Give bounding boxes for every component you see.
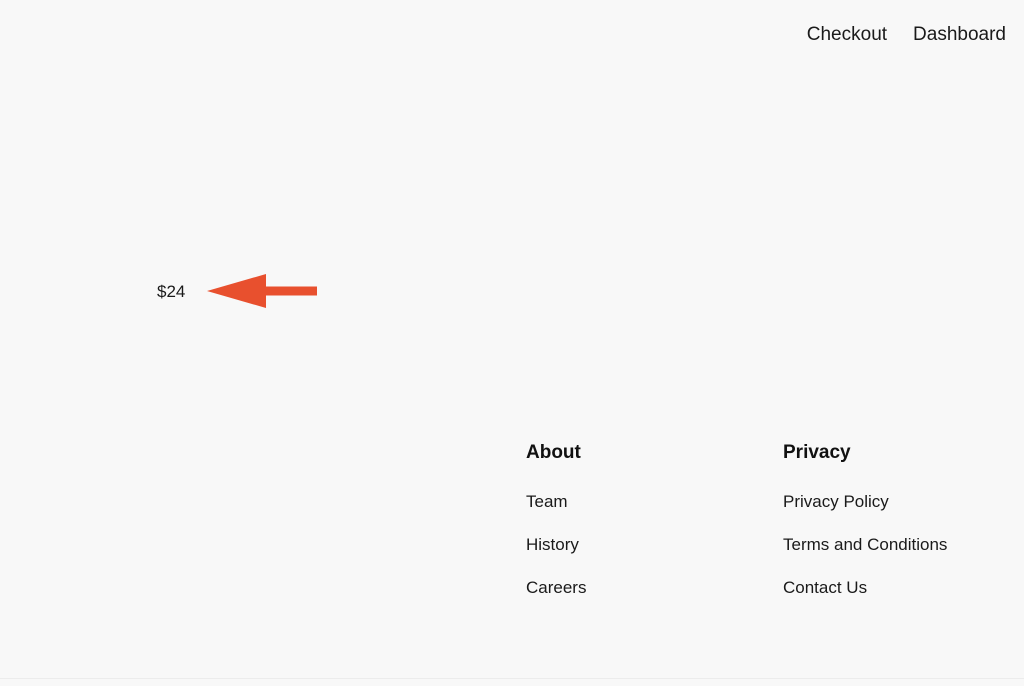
footer-link-history[interactable]: History: [526, 536, 579, 553]
top-navigation: Checkout Dashboard: [807, 0, 1006, 68]
footer-heading-about: About: [526, 442, 581, 463]
nav-link-checkout[interactable]: Checkout: [807, 25, 887, 44]
arrow-left-icon: [207, 274, 317, 308]
price-row: $24: [157, 281, 185, 303]
footer-link-team[interactable]: Team: [526, 493, 568, 510]
footer-link-terms-and-conditions[interactable]: Terms and Conditions: [783, 536, 947, 553]
footer: About Team History Careers Privacy Priva…: [526, 443, 1024, 596]
bottom-divider: [0, 678, 1024, 679]
footer-heading-privacy: Privacy: [783, 442, 851, 463]
price-annotation-arrow: [207, 274, 317, 308]
footer-link-careers[interactable]: Careers: [526, 579, 586, 596]
nav-link-dashboard[interactable]: Dashboard: [913, 25, 1006, 44]
footer-column-privacy: Privacy Privacy Policy Terms and Conditi…: [783, 443, 1024, 596]
footer-link-privacy-policy[interactable]: Privacy Policy: [783, 493, 889, 510]
product-price: $24: [157, 282, 186, 301]
footer-column-about: About Team History Careers: [526, 443, 783, 596]
footer-link-contact-us[interactable]: Contact Us: [783, 579, 867, 596]
